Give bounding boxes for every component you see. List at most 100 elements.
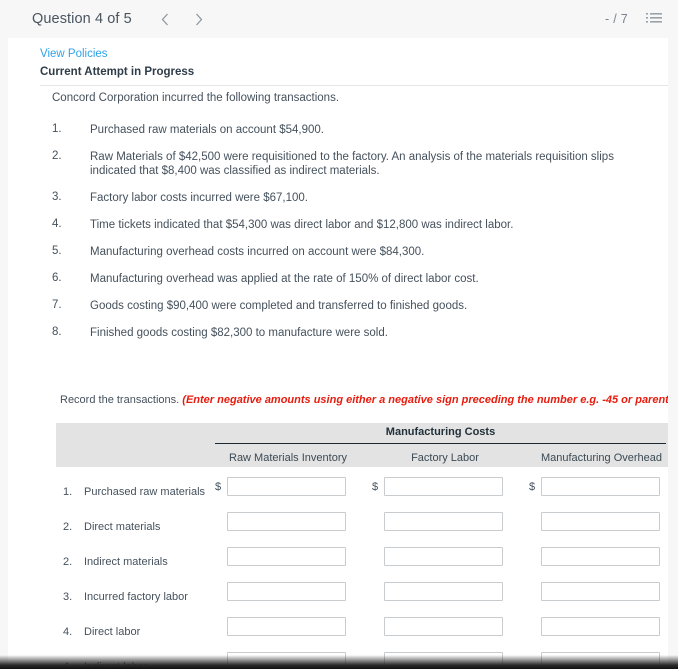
row-label: Direct labor — [84, 626, 141, 638]
cell-manufacturing-overhead — [529, 617, 660, 636]
record-prompt: Record the transactions. — [60, 394, 180, 406]
cell-factory-labor — [372, 582, 503, 601]
input-row4-manufacturing-overhead[interactable] — [541, 582, 660, 601]
list-item: 1. Purchased raw materials on account $5… — [52, 123, 652, 137]
cell-raw-materials — [215, 512, 346, 531]
cell-factory-labor — [372, 617, 503, 636]
input-row6-manufacturing-overhead[interactable] — [541, 652, 660, 669]
table-row: 2. Direct materials — [56, 510, 668, 545]
input-row5-manufacturing-overhead[interactable] — [541, 617, 660, 636]
transaction-text: Factory labor costs incurred were $67,10… — [90, 192, 308, 205]
cell-raw-materials — [215, 547, 346, 566]
row-number: 2. — [63, 521, 73, 533]
cell-raw-materials — [215, 582, 346, 601]
input-row1-manufacturing-overhead[interactable] — [541, 477, 660, 496]
list-item: 2. Raw Materials of $42,500 were requisi… — [52, 150, 652, 179]
next-question-button[interactable] — [186, 6, 212, 32]
transaction-text: Time tickets indicated that $54,300 was … — [90, 219, 514, 231]
input-row2-factory-labor[interactable] — [384, 512, 503, 531]
input-row4-raw-materials[interactable] — [227, 582, 346, 601]
page-title: Question 4 of 5 — [32, 11, 132, 27]
transaction-number: 6. — [52, 271, 62, 284]
transaction-number: 1. — [52, 123, 62, 135]
input-row2-raw-materials[interactable] — [227, 512, 346, 531]
currency-symbol: $ — [372, 480, 379, 493]
transaction-number: 4. — [52, 218, 62, 230]
row-label: Indirect materials — [84, 556, 168, 568]
cell-raw-materials — [215, 617, 346, 636]
cell-factory-labor — [372, 547, 503, 566]
transaction-number: 3. — [52, 191, 62, 204]
view-policies-link[interactable]: View Policies — [40, 48, 108, 60]
chevron-left-icon — [161, 13, 168, 25]
row-number: 1. — [63, 486, 73, 498]
list-item: 6. Manufacturing overhead was applied at… — [52, 272, 652, 286]
column-header-raw-materials-inventory: Raw Materials Inventory — [229, 452, 347, 464]
list-view-icon[interactable] — [646, 12, 662, 26]
list-item: 3. Factory labor costs incurred were $67… — [52, 191, 652, 205]
row-label: Direct materials — [84, 521, 161, 533]
row-label: Incurred factory labor — [84, 591, 188, 603]
list-item: 4. Time tickets indicated that $54,300 w… — [52, 218, 652, 232]
column-header-factory-labor: Factory Labor — [411, 452, 479, 464]
input-row4-factory-labor[interactable] — [384, 582, 503, 601]
transaction-number: 2. — [52, 149, 62, 162]
cell-raw-materials — [215, 652, 346, 669]
previous-question-button[interactable] — [152, 6, 178, 32]
input-row3-raw-materials[interactable] — [227, 547, 346, 566]
toolbar-right-group: - / 7 — [605, 12, 662, 26]
cell-manufacturing-overhead — [529, 652, 660, 669]
input-row1-factory-labor[interactable] — [384, 477, 503, 496]
section-divider — [40, 85, 668, 86]
transaction-text: Finished goods costing $82,300 to manufa… — [90, 326, 388, 339]
input-row6-factory-labor[interactable] — [384, 652, 503, 669]
cell-raw-materials: $ — [215, 477, 346, 496]
column-header-manufacturing-overhead: Manufacturing Overhead — [540, 452, 663, 464]
input-row5-raw-materials[interactable] — [227, 617, 346, 636]
input-row5-factory-labor[interactable] — [384, 617, 503, 636]
entry-table-body: 1. Purchased raw materials $ $ $ 2. Dire… — [56, 475, 668, 669]
transaction-text: Manufacturing overhead costs incurred on… — [90, 245, 425, 258]
row-number: 4. — [63, 661, 73, 669]
cell-manufacturing-overhead — [529, 512, 660, 531]
transaction-text: Goods costing $90,400 were completed and… — [90, 299, 468, 312]
record-instruction: Record the transactions. (Enter negative… — [60, 394, 668, 406]
currency-symbol: $ — [215, 480, 222, 493]
question-intro-text: Concord Corporation incurred the followi… — [52, 92, 340, 104]
column-group-header: Manufacturing Costs — [385, 426, 496, 438]
cell-factory-labor — [372, 652, 503, 669]
row-number: 2. — [63, 556, 73, 568]
table-row: 3. Incurred factory labor — [56, 580, 668, 615]
row-number: 3. — [63, 591, 73, 603]
list-item: 5. Manufacturing overhead costs incurred… — [52, 245, 652, 259]
transaction-number: 7. — [52, 298, 62, 311]
table-row: 1. Purchased raw materials $ $ $ — [56, 475, 668, 510]
table-row: 4. Direct labor — [56, 615, 668, 650]
cell-manufacturing-overhead — [529, 582, 660, 601]
input-row2-manufacturing-overhead[interactable] — [541, 512, 660, 531]
list-item: 7. Goods costing $90,400 were completed … — [52, 299, 652, 313]
transaction-number: 8. — [52, 325, 62, 338]
transaction-text: Manufacturing overhead was applied at th… — [90, 272, 479, 285]
right-margin-strip — [668, 38, 678, 669]
transaction-list: 1. Purchased raw materials on account $5… — [52, 123, 652, 352]
cell-factory-labor — [372, 512, 503, 531]
table-row: 2. Indirect materials — [56, 545, 668, 580]
cell-factory-labor: $ — [372, 477, 503, 496]
cell-manufacturing-overhead — [529, 547, 660, 566]
transaction-text: Purchased raw materials on account $54,9… — [90, 124, 324, 136]
input-row1-raw-materials[interactable] — [227, 477, 346, 496]
input-row6-raw-materials[interactable] — [227, 652, 346, 669]
transaction-text: Raw Materials of $42,500 were requisitio… — [90, 150, 614, 178]
row-number: 4. — [63, 626, 73, 638]
input-row3-factory-labor[interactable] — [384, 547, 503, 566]
input-row3-manufacturing-overhead[interactable] — [541, 547, 660, 566]
question-toolbar: Question 4 of 5 - / 7 — [0, 0, 678, 38]
list-item: 8. Finished goods costing $82,300 to man… — [52, 326, 652, 340]
row-label: Purchased raw materials — [84, 486, 206, 498]
score-display: - / 7 — [604, 12, 628, 26]
question-content-card: View Policies Current Attempt in Progres… — [8, 38, 668, 669]
transaction-number: 5. — [52, 244, 62, 257]
attempt-status-label: Current Attempt in Progress — [40, 66, 195, 78]
table-row: 4. Indirect labor — [56, 650, 668, 669]
